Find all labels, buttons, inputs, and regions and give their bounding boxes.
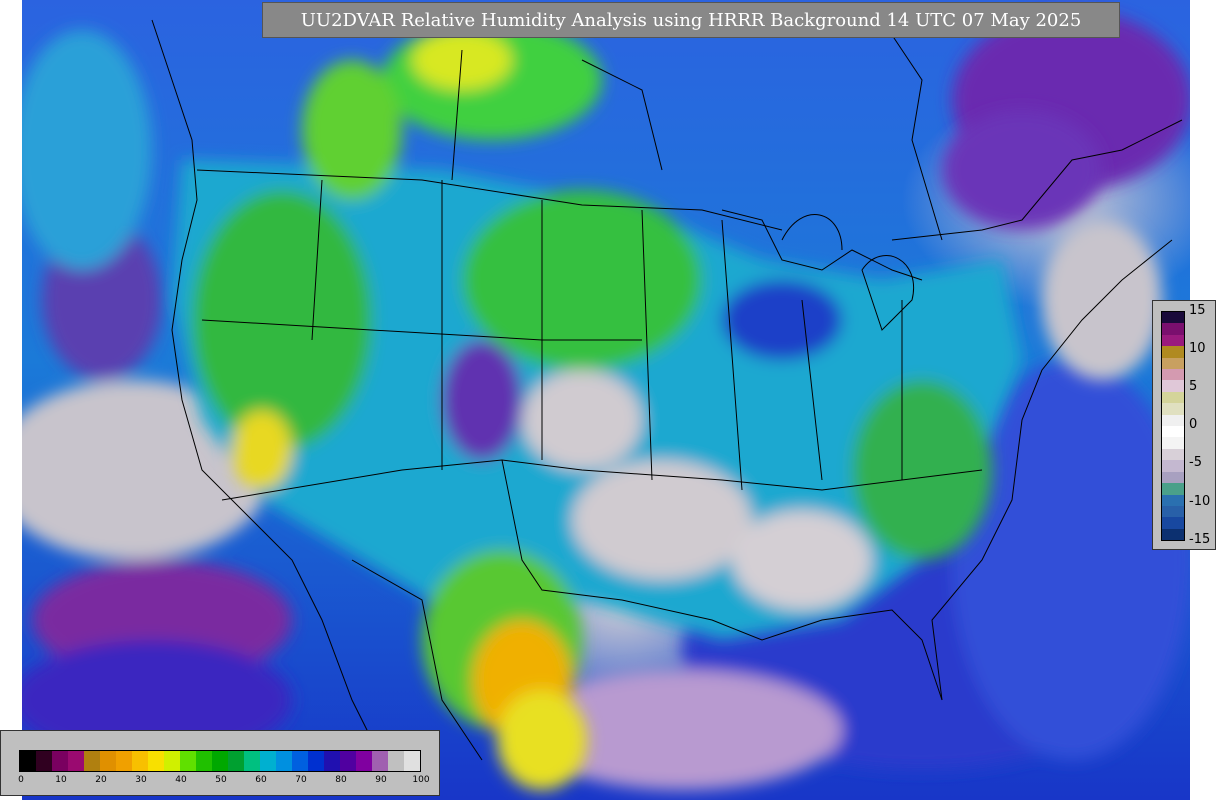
humidity-tick: 30 bbox=[135, 775, 147, 785]
map-title: UU2DVAR Relative Humidity Analysis using… bbox=[262, 2, 1120, 38]
humidity-tick: 100 bbox=[412, 775, 430, 785]
anomaly-colorbar: 15 10 5 0 -5 -10 -15 bbox=[1152, 300, 1216, 550]
humidity-tick: 80 bbox=[335, 775, 347, 785]
anomaly-color-segment bbox=[1162, 380, 1184, 392]
humidity-color-segment bbox=[20, 751, 36, 771]
humidity-color-segment bbox=[276, 751, 292, 771]
humidity-tick: 40 bbox=[175, 775, 187, 785]
anomaly-tick: -10 bbox=[1189, 494, 1211, 509]
humidity-colorbar: 0 10 20 30 40 50 60 70 80 90 100 bbox=[0, 730, 440, 796]
humidity-color-segment bbox=[196, 751, 212, 771]
humidity-color-segment bbox=[228, 751, 244, 771]
anomaly-color-segment bbox=[1162, 414, 1184, 427]
anomaly-color-segment bbox=[1162, 460, 1184, 472]
anomaly-tick: 0 bbox=[1189, 417, 1198, 432]
anomaly-color-segment bbox=[1162, 528, 1184, 541]
anomaly-color-segment bbox=[1162, 323, 1184, 335]
anomaly-color-segment bbox=[1162, 334, 1184, 347]
anomaly-color-segment bbox=[1162, 505, 1184, 518]
humidity-color-segment bbox=[244, 751, 260, 771]
anomaly-color-segment bbox=[1162, 391, 1184, 404]
humidity-color-segment bbox=[260, 751, 276, 771]
anomaly-color-segment bbox=[1162, 403, 1184, 415]
humidity-color-segment bbox=[388, 751, 404, 771]
anomaly-tick: -15 bbox=[1189, 532, 1211, 547]
anomaly-color-segment bbox=[1162, 437, 1184, 449]
humidity-color-segment bbox=[308, 751, 324, 771]
anomaly-color-segment bbox=[1162, 369, 1184, 381]
humidity-tick: 90 bbox=[375, 775, 387, 785]
anomaly-color-segment bbox=[1162, 448, 1184, 461]
anomaly-color-segment bbox=[1162, 312, 1184, 324]
anomaly-colorbar-strip bbox=[1161, 311, 1185, 541]
humidity-color-segment bbox=[148, 751, 164, 771]
anomaly-color-segment bbox=[1162, 471, 1184, 484]
humidity-map: UU2DVAR Relative Humidity Analysis using… bbox=[22, 0, 1190, 800]
anomaly-color-segment bbox=[1162, 494, 1184, 506]
anomaly-color-segment bbox=[1162, 483, 1184, 495]
humidity-tick: 10 bbox=[55, 775, 67, 785]
humidity-color-segment bbox=[36, 751, 52, 771]
humidity-color-segment bbox=[116, 751, 132, 771]
humidity-color-segment bbox=[292, 751, 308, 771]
humidity-tick: 60 bbox=[255, 775, 267, 785]
anomaly-tick: 5 bbox=[1189, 379, 1198, 394]
humidity-color-segment bbox=[356, 751, 372, 771]
anomaly-tick: 10 bbox=[1189, 341, 1206, 356]
map-graphic bbox=[22, 10, 1190, 790]
anomaly-tick: -5 bbox=[1189, 455, 1202, 470]
humidity-color-segment bbox=[84, 751, 100, 771]
anomaly-color-segment bbox=[1162, 517, 1184, 529]
humidity-color-segment bbox=[100, 751, 116, 771]
humidity-tick: 0 bbox=[18, 775, 24, 785]
anomaly-color-segment bbox=[1162, 426, 1184, 438]
humidity-colorbar-strip bbox=[19, 750, 421, 772]
humidity-color-segment bbox=[212, 751, 228, 771]
humidity-tick: 50 bbox=[215, 775, 227, 785]
humidity-color-segment bbox=[68, 751, 84, 771]
humidity-color-segment bbox=[340, 751, 356, 771]
anomaly-color-segment bbox=[1162, 357, 1184, 370]
humidity-color-segment bbox=[164, 751, 180, 771]
humidity-tick: 70 bbox=[295, 775, 307, 785]
humidity-color-segment bbox=[52, 751, 68, 771]
humidity-color-segment bbox=[372, 751, 388, 771]
humidity-color-segment bbox=[180, 751, 196, 771]
anomaly-color-segment bbox=[1162, 346, 1184, 358]
humidity-tick: 20 bbox=[95, 775, 107, 785]
humidity-color-segment bbox=[324, 751, 340, 771]
humidity-color-segment bbox=[132, 751, 148, 771]
anomaly-tick: 15 bbox=[1189, 303, 1206, 318]
humidity-color-segment bbox=[404, 751, 420, 771]
